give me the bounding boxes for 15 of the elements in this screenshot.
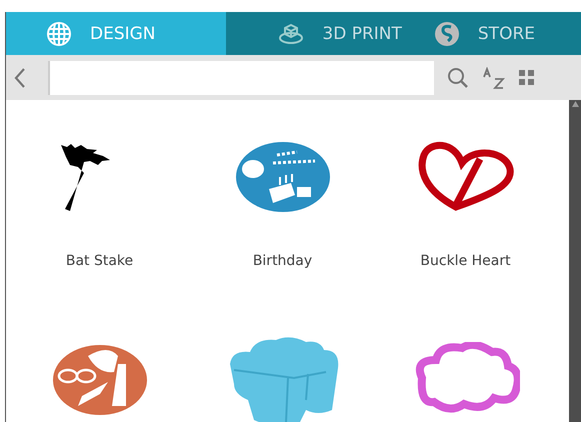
back-icon[interactable] [14,66,26,88]
project-label[interactable]: Buckle Heart [420,253,511,269]
project-label[interactable]: Birthday [252,253,312,269]
grid-view-icon[interactable] [519,70,535,86]
search-icon[interactable] [447,66,469,88]
scrollbar[interactable] [569,100,581,422]
logo-icon [434,20,460,46]
search-field[interactable] [48,60,434,94]
heart-outline-drawing[interactable] [416,141,516,213]
sort-icon[interactable] [483,66,505,88]
cube-icon [278,22,304,44]
birthday-plate-drawing[interactable] [234,141,330,213]
project-label[interactable]: Bat Stake [66,253,134,269]
globe-icon [46,20,72,46]
party-plate-drawing[interactable] [52,344,148,416]
